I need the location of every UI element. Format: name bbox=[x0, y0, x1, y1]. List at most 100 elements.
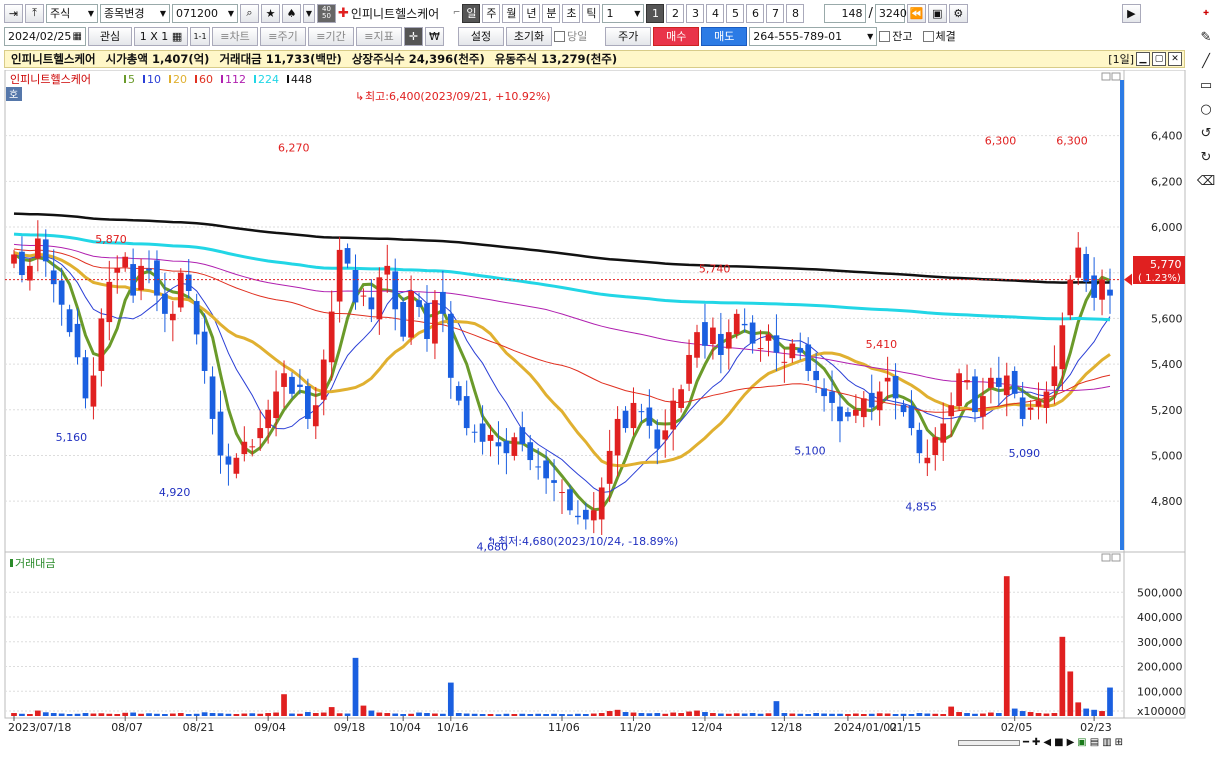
reset-button[interactable]: 초기화 bbox=[506, 26, 552, 46]
plus-icon[interactable]: ✚ bbox=[1032, 737, 1040, 748]
split-4050-icon[interactable]: 40 50 bbox=[317, 3, 336, 23]
undo-icon[interactable]: ↺ bbox=[1197, 124, 1215, 142]
num-tab-1[interactable]: 1 bbox=[646, 3, 665, 23]
volume-pane[interactable]: 500,000 400,000 300,000 200,000 100,000 x1000… bbox=[4, 551, 1186, 719]
num-tab-7[interactable]: 7 bbox=[766, 3, 785, 23]
legend-swatch bbox=[124, 75, 126, 83]
redo-icon[interactable]: ↻ bbox=[1197, 148, 1215, 166]
rectangle-icon[interactable]: ▭ bbox=[1197, 76, 1215, 94]
volume-bar bbox=[702, 712, 708, 716]
period-count-select[interactable]: 1 ▼ bbox=[602, 3, 645, 23]
count-input[interactable]: 148 bbox=[824, 3, 867, 23]
search-icon[interactable]: ⌕ bbox=[240, 3, 259, 23]
period-tab-tick[interactable]: 틱 bbox=[582, 3, 601, 23]
price-pane[interactable]: 5,8705,1604,9206,2704,6805,7405,1005,410… bbox=[4, 70, 1186, 554]
eraser-icon[interactable]: ⌫ bbox=[1197, 172, 1215, 190]
tool-menu-icon[interactable]: ✚ bbox=[1197, 4, 1215, 22]
num-tab-2[interactable]: 2 bbox=[666, 3, 685, 23]
period-tab-second[interactable]: 초 bbox=[562, 3, 581, 23]
pencil-icon[interactable]: ✎ bbox=[1197, 28, 1215, 46]
minimize-icon[interactable]: ▁ bbox=[1136, 52, 1150, 66]
maximize-icon[interactable]: ▢ bbox=[1152, 52, 1166, 66]
minus-icon[interactable]: ━ bbox=[1023, 737, 1029, 748]
num-tab-3[interactable]: 3 bbox=[686, 3, 705, 23]
scroll-slider[interactable] bbox=[958, 739, 1020, 746]
circle-icon[interactable]: ○ bbox=[1197, 100, 1215, 118]
num-tab-5[interactable]: 5 bbox=[726, 3, 745, 23]
date-input[interactable]: 2024/02/25 ▦ bbox=[4, 26, 86, 46]
price-button[interactable]: 주가 bbox=[605, 26, 652, 46]
gear-icon[interactable]: ⚙ bbox=[948, 3, 968, 23]
save-icon[interactable]: ▤ bbox=[1090, 737, 1099, 748]
move-right-icon[interactable]: ▶ bbox=[1067, 737, 1075, 748]
candle-body bbox=[733, 313, 740, 334]
scroll-indicator[interactable] bbox=[1120, 80, 1124, 550]
candle-body bbox=[646, 407, 653, 426]
balance-checkbox[interactable]: 잔고 bbox=[879, 28, 913, 44]
crosshair-icon[interactable]: ✛ bbox=[404, 26, 423, 46]
stock-chart[interactable]: 5,8705,1604,9206,2704,6805,7405,1005,410… bbox=[0, 70, 1190, 738]
grid-small-button[interactable]: 1-1 bbox=[190, 26, 210, 46]
candle-body bbox=[1019, 397, 1026, 419]
buy-button[interactable]: 매수 bbox=[653, 26, 700, 46]
volume-bar bbox=[130, 712, 136, 716]
period-tab-week[interactable]: 주 bbox=[482, 3, 501, 23]
price-tick-label: 4,800 bbox=[1151, 495, 1183, 508]
volume-bar bbox=[630, 712, 637, 716]
fill-checkbox[interactable]: 체결 bbox=[922, 28, 956, 44]
chevron-down-icon[interactable]: ▼ bbox=[303, 3, 315, 23]
line-icon[interactable]: ╱ bbox=[1197, 52, 1215, 70]
calendar-icon[interactable]: ▦ bbox=[73, 31, 82, 42]
move-left-icon[interactable]: ◀ bbox=[1043, 737, 1051, 748]
num-tab-8[interactable]: 8 bbox=[786, 3, 805, 23]
move-top-icon[interactable]: ⤒ bbox=[25, 3, 44, 23]
period-tab-month[interactable]: 월 bbox=[502, 3, 521, 23]
legend-swatch bbox=[254, 75, 256, 83]
candle-body bbox=[614, 418, 621, 456]
print-icon[interactable]: ▥ bbox=[1102, 737, 1111, 748]
volume-bar bbox=[98, 713, 105, 716]
stock-code-input[interactable]: 071200 ▼ bbox=[172, 3, 238, 23]
ref-period-button[interactable]: ≡주기 bbox=[260, 26, 306, 46]
period-tab-minute[interactable]: 분 bbox=[542, 3, 561, 23]
volume-bar bbox=[1035, 713, 1042, 716]
date-tick-label: 02/05 bbox=[1001, 721, 1033, 734]
ref-index-button[interactable]: ≡지표 bbox=[356, 26, 402, 46]
volume-bar bbox=[932, 713, 939, 716]
num-tab-4[interactable]: 4 bbox=[706, 3, 725, 23]
candle-body bbox=[948, 405, 955, 417]
excel-icon[interactable]: ▣ bbox=[1077, 737, 1086, 748]
currency-icon[interactable]: ₩ bbox=[425, 26, 444, 46]
volume-bar bbox=[678, 713, 684, 716]
play-right-icon[interactable]: ▶ bbox=[1121, 3, 1141, 23]
candle-body bbox=[66, 309, 73, 333]
ref-chart-button[interactable]: ≡차트 bbox=[212, 26, 258, 46]
fullscreen-icon[interactable]: ⊞ bbox=[1115, 737, 1123, 748]
save-icon[interactable]: ▣ bbox=[927, 3, 947, 23]
period-tab-year[interactable]: 년 bbox=[522, 3, 541, 23]
candle-body bbox=[185, 274, 192, 292]
candle-body bbox=[320, 359, 327, 400]
candle-body bbox=[654, 429, 661, 449]
period-tab-day[interactable]: 일 bbox=[462, 3, 481, 23]
stock-change-select[interactable]: 종목변경 ▼ bbox=[100, 3, 170, 23]
ref-term-button[interactable]: ≡기간 bbox=[308, 26, 354, 46]
watch-button[interactable]: 관심 bbox=[88, 26, 132, 46]
close-icon[interactable]: ✕ bbox=[1168, 52, 1182, 66]
sell-button[interactable]: 매도 bbox=[701, 26, 748, 46]
spade-icon[interactable]: ♠ bbox=[282, 3, 301, 23]
setup-button[interactable]: 설정 bbox=[458, 26, 504, 46]
candle-body bbox=[249, 446, 256, 448]
pin-icon[interactable]: ⇥ bbox=[4, 3, 23, 23]
num-tab-6[interactable]: 6 bbox=[746, 3, 765, 23]
stock-info-bar: 인피니트헬스케어 시가총액 1,407(억) 거래대금 11,733(백만) 상… bbox=[4, 50, 1185, 68]
star-icon[interactable]: ★ bbox=[261, 3, 280, 23]
fast-rewind-icon[interactable]: ⏪ bbox=[906, 3, 926, 23]
grid-layout-button[interactable]: 1 X 1 ▦ bbox=[134, 26, 188, 46]
stop-icon[interactable]: ■ bbox=[1054, 737, 1063, 748]
link-icon[interactable]: ⌐ bbox=[453, 8, 461, 18]
today-checkbox[interactable]: 당일 bbox=[554, 28, 587, 44]
candle-body bbox=[432, 300, 438, 344]
account-select[interactable]: 264-555-789-01 ▼ bbox=[749, 26, 878, 46]
market-select[interactable]: 주식 ▼ bbox=[46, 3, 98, 23]
